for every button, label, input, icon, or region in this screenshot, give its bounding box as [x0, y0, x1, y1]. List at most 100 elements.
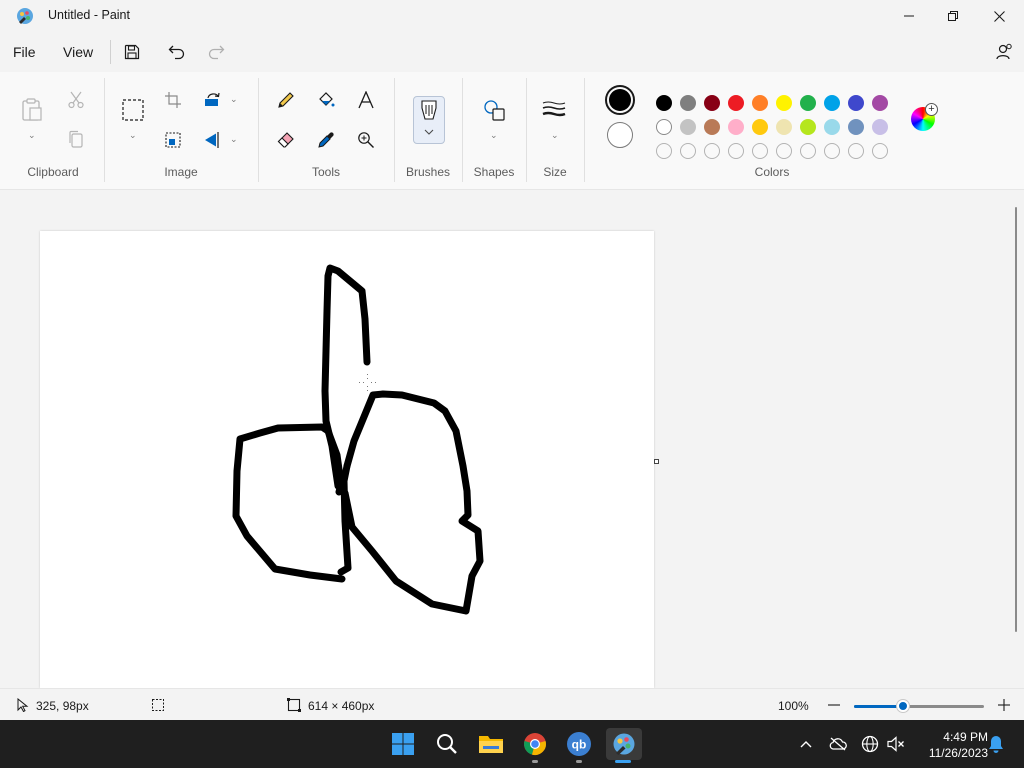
cut-button[interactable] — [64, 88, 88, 112]
chrome-running-indicator — [532, 760, 538, 763]
close-icon — [993, 10, 1005, 22]
speaker-muted-icon — [887, 736, 904, 752]
onedrive-button[interactable] — [828, 734, 848, 754]
color-swatch[interactable] — [752, 119, 768, 135]
drawing-canvas[interactable] — [40, 231, 654, 688]
color-swatch[interactable] — [776, 119, 792, 135]
custom-color-slot[interactable] — [752, 143, 768, 159]
magnifier-button[interactable] — [354, 128, 378, 152]
search-icon — [437, 734, 457, 754]
paste-button[interactable] — [20, 98, 44, 122]
rotate-chevron-icon[interactable]: ⌄ — [230, 94, 238, 105]
brushes-button[interactable] — [413, 96, 445, 144]
color-picker-tool-button[interactable] — [314, 128, 338, 152]
zoom-in-icon[interactable] — [997, 698, 1011, 712]
custom-color-slot[interactable] — [656, 143, 672, 159]
size-button[interactable] — [542, 98, 566, 122]
redo-button[interactable] — [203, 40, 229, 64]
paint-taskbar-button[interactable] — [606, 728, 642, 760]
taskbar-clock[interactable]: 4:49 PM 11/26/2023 — [912, 729, 988, 761]
color-swatch[interactable] — [680, 119, 696, 135]
fill-icon — [319, 92, 335, 107]
text-button[interactable] — [354, 88, 378, 112]
color-swatch[interactable] — [752, 95, 768, 111]
color-swatch[interactable] — [872, 95, 888, 111]
secondary-color-swatch[interactable] — [607, 122, 633, 148]
paint-icon — [613, 733, 635, 755]
restore-button[interactable] — [930, 0, 976, 32]
custom-color-slot[interactable] — [848, 143, 864, 159]
flip-chevron-icon[interactable]: ⌄ — [230, 134, 238, 145]
resize-button[interactable] — [161, 128, 185, 152]
minimize-button[interactable] — [886, 0, 932, 32]
window-title: Untitled - Paint — [48, 8, 130, 22]
color-swatch[interactable] — [848, 119, 864, 135]
vertical-scrollbar[interactable] — [1015, 207, 1017, 632]
shapes-button[interactable] — [482, 98, 506, 122]
volume-button[interactable] — [886, 734, 906, 754]
save-icon — [124, 44, 140, 60]
color-swatch[interactable] — [680, 95, 696, 111]
group-label-tools: Tools — [311, 165, 340, 179]
menu-view[interactable]: View — [63, 44, 93, 60]
color-swatch[interactable] — [824, 119, 840, 135]
color-swatch[interactable] — [728, 119, 744, 135]
custom-color-slot[interactable] — [872, 143, 888, 159]
notifications-button[interactable] — [986, 734, 1006, 754]
color-swatch[interactable] — [800, 95, 816, 111]
custom-color-slot[interactable] — [704, 143, 720, 159]
custom-color-slot[interactable] — [680, 143, 696, 159]
crop-button[interactable] — [161, 88, 185, 112]
cursor-icon — [17, 698, 29, 712]
canvas-size: 614 × 460px — [308, 699, 375, 713]
fill-button[interactable] — [314, 88, 338, 112]
taskbar-search-button[interactable] — [431, 728, 463, 760]
show-hidden-icons-button[interactable] — [796, 734, 816, 754]
network-button[interactable] — [860, 734, 880, 754]
select-icon — [122, 99, 144, 121]
zoom-slider-thumb[interactable] — [897, 700, 910, 712]
paste-chevron-icon[interactable]: ⌄ — [28, 130, 36, 141]
color-swatch[interactable] — [656, 95, 672, 111]
shapes-chevron-icon[interactable]: ⌄ — [490, 130, 498, 141]
zoom-out-icon[interactable] — [827, 698, 841, 712]
color-swatch[interactable] — [848, 95, 864, 111]
ribbon-divider — [104, 78, 105, 182]
crosshair-cursor — [359, 374, 376, 391]
custom-color-slot[interactable] — [800, 143, 816, 159]
select-chevron-icon[interactable]: ⌄ — [129, 130, 137, 141]
menu-file[interactable]: File — [13, 44, 36, 60]
color-swatch[interactable] — [704, 95, 720, 111]
chrome-button[interactable] — [519, 728, 551, 760]
custom-color-slot[interactable] — [728, 143, 744, 159]
undo-button[interactable] — [164, 40, 190, 64]
zoom-slider-track[interactable] — [854, 705, 984, 708]
color-swatch[interactable] — [824, 95, 840, 111]
canvas-size-icon — [287, 698, 301, 712]
close-button[interactable] — [976, 0, 1022, 32]
size-chevron-icon[interactable]: ⌄ — [551, 130, 559, 141]
primary-color-swatch[interactable] — [605, 85, 635, 115]
rotate-button[interactable] — [201, 88, 225, 112]
color-swatch[interactable] — [800, 119, 816, 135]
copy-button[interactable] — [64, 127, 88, 151]
custom-color-slot[interactable] — [776, 143, 792, 159]
eraser-button[interactable] — [274, 128, 298, 152]
select-button[interactable] — [121, 98, 145, 122]
file-explorer-button[interactable] — [475, 728, 507, 760]
account-button[interactable] — [992, 40, 1016, 64]
canvas-resize-handle[interactable] — [654, 459, 659, 464]
pencil-button[interactable] — [274, 88, 298, 112]
color-swatch[interactable] — [656, 119, 672, 135]
ribbon-divider — [462, 78, 463, 182]
custom-color-slot[interactable] — [824, 143, 840, 159]
save-button[interactable] — [119, 40, 145, 64]
color-swatch[interactable] — [704, 119, 720, 135]
start-button[interactable] — [387, 728, 419, 760]
color-swatch[interactable] — [872, 119, 888, 135]
crop-icon — [165, 92, 181, 108]
qbittorrent-button[interactable]: qb — [563, 728, 595, 760]
color-swatch[interactable] — [776, 95, 792, 111]
color-swatch[interactable] — [728, 95, 744, 111]
flip-button[interactable] — [201, 128, 225, 152]
